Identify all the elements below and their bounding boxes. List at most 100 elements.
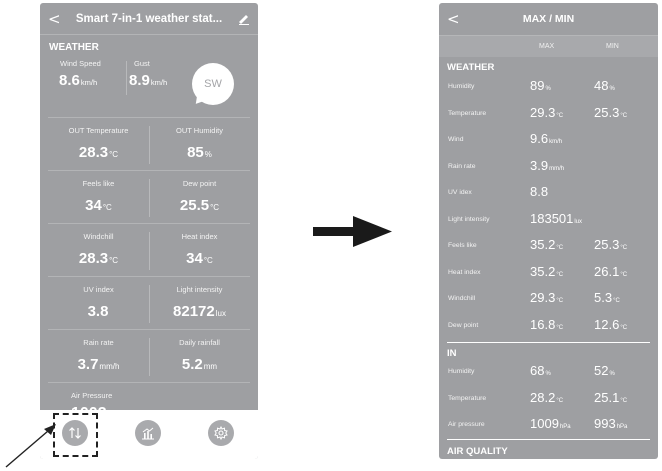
divider (149, 179, 150, 217)
metric-label: Daily rainfall (179, 338, 220, 347)
wind-speed-value: 8.6km/h (59, 72, 98, 89)
max-min-row: Rain rate 3.9mm/h (439, 154, 658, 181)
max-min-row: Dew point 16.8°C 12.6°C (439, 313, 658, 340)
metric-cell: UV index 3.8 (48, 277, 149, 330)
page-title: MAX / MIN (522, 13, 575, 25)
gust-label: Gust (134, 59, 150, 68)
min-value: 25.3°C (594, 237, 628, 252)
row-label: Temperature (448, 394, 487, 402)
metric-label: Windchill (83, 232, 114, 241)
row-label: Humidity (448, 83, 475, 90)
metric-value: 5.2mm (181, 356, 218, 373)
max-value: 8.8 (530, 184, 549, 199)
min-value: 12.6°C (594, 316, 628, 332)
wind-direction-compass: SW (192, 63, 234, 105)
page-title: Smart 7-in-1 weather stat... (75, 12, 223, 25)
back-button[interactable]: < (48, 10, 61, 28)
section-title-in: IN (447, 348, 457, 359)
weather-detail-screen: < Smart 7-in-1 weather stat... WEATHER W… (40, 3, 258, 459)
bottom-tab-bar (40, 410, 258, 459)
metric-cell: OUT Temperature 28.3°C (48, 118, 149, 171)
max-value: 29.3°C (530, 104, 564, 120)
max-min-screen: < MAX / MIN MAX MIN WEATHER Humidity 89% 4… (439, 3, 658, 459)
gust-value: 8.9km/h (129, 72, 168, 89)
metric-value: 3.7mm/h (77, 356, 120, 373)
divider (149, 232, 150, 270)
header-bar: < MAX / MIN (439, 3, 658, 35)
max-min-row: Feels like 35.2°C 25.3°C (439, 233, 658, 260)
row-label: Humidity (448, 368, 475, 375)
max-value: 1009hPa (530, 416, 571, 431)
wind-speed-label: Wind Speed (60, 59, 101, 68)
metric-row: Rain rate 3.7mm/h Daily rainfall 5.2mm (48, 329, 250, 382)
row-label: Wind (448, 136, 464, 143)
chart-icon[interactable] (135, 420, 161, 446)
pencil-icon[interactable] (238, 13, 250, 25)
max-min-row: Heat index 35.2°C 26.1°C (439, 260, 658, 287)
back-button[interactable]: < (447, 10, 460, 28)
metric-row: Feels like 34°C Dew point 25.5°C (48, 170, 250, 223)
divider (149, 126, 150, 164)
pointer-arrow (5, 424, 56, 468)
min-value: 25.3°C (594, 104, 628, 120)
min-value (594, 131, 595, 146)
metric-cell: Feels like 34°C (48, 171, 149, 224)
metric-value: 25.5°C (179, 197, 220, 214)
metric-cell: Daily rainfall 5.2mm (149, 330, 250, 383)
max-value: 16.8°C (530, 316, 564, 332)
metric-value: 28.3°C (78, 144, 119, 161)
comparison-figure: < Smart 7-in-1 weather stat... WEATHER W… (0, 0, 662, 471)
max-value: 3.9mm/h (530, 157, 565, 173)
min-value (594, 184, 595, 199)
metric-value: 82172lux (173, 303, 226, 320)
min-value: 48% (594, 78, 615, 93)
max-value: 89% (530, 78, 551, 93)
divider (447, 438, 650, 440)
metric-value: 3.8 (87, 303, 109, 320)
max-value: 35.2°C (530, 237, 564, 252)
metric-value: 34°C (186, 250, 213, 267)
max-min-row: Windchill 29.3°C 5.3°C (439, 286, 658, 313)
metric-label: Feels like (82, 179, 115, 188)
max-min-row: UV idex 8.8 (439, 180, 658, 207)
max-min-row: Humidity 89% 48% (439, 74, 658, 101)
gear-icon[interactable] (208, 420, 234, 446)
metric-cell: Light intensity 82172lux (149, 277, 250, 330)
max-min-row: Humidity 68% 52% (439, 359, 658, 386)
max-min-row: Wind 9.6km/h (439, 127, 658, 154)
max-min-row: Air pressure 1009hPa 993hPa (439, 412, 658, 439)
max-min-row: Temperature 28.2°C 25.1°C (439, 386, 658, 413)
row-label: Feels like (448, 242, 477, 249)
row-label: Temperature (448, 109, 487, 117)
max-value: 28.2°C (530, 389, 564, 405)
metric-value: 28.3°C (78, 250, 119, 267)
metric-label: Light intensity (176, 285, 223, 294)
max-value: 35.2°C (530, 263, 564, 279)
metric-cell: Windchill 28.3°C (48, 224, 149, 277)
row-label: Heat index (448, 268, 481, 276)
section-title-air-quality: AIR QUALITY (447, 445, 508, 457)
metric-row: OUT Temperature 28.3°C OUT Humidity 85% (48, 117, 250, 170)
metric-label: OUT Humidity (176, 126, 223, 135)
row-label: Dew point (448, 321, 479, 329)
max-value: 29.3°C (530, 290, 564, 305)
max-min-row: Light intensity 183501lux (439, 207, 658, 234)
divider (126, 61, 127, 95)
transition-arrow (313, 216, 392, 247)
column-header: MAX MIN (439, 35, 658, 57)
section-title-weather: WEATHER (447, 62, 495, 73)
max-value: 68% (530, 363, 551, 378)
wind-panel: Wind Speed 8.6km/h Gust 8.9km/h SW (40, 55, 258, 117)
metric-value: 34°C (85, 197, 112, 214)
metric-cell: Rain rate 3.7mm/h (48, 330, 149, 383)
row-label: Air pressure (448, 421, 485, 428)
metric-label: Heat index (181, 232, 218, 241)
metric-label: Rain rate (83, 338, 114, 347)
air-pressure-label: Air Pressure (71, 391, 113, 400)
min-value: 52% (594, 363, 615, 378)
max-value: 9.6km/h (530, 131, 563, 146)
metric-label: UV index (83, 285, 114, 294)
metric-cell: Heat index 34°C (149, 224, 250, 277)
min-value: 25.1°C (594, 389, 628, 405)
row-label: Rain rate (448, 162, 476, 170)
